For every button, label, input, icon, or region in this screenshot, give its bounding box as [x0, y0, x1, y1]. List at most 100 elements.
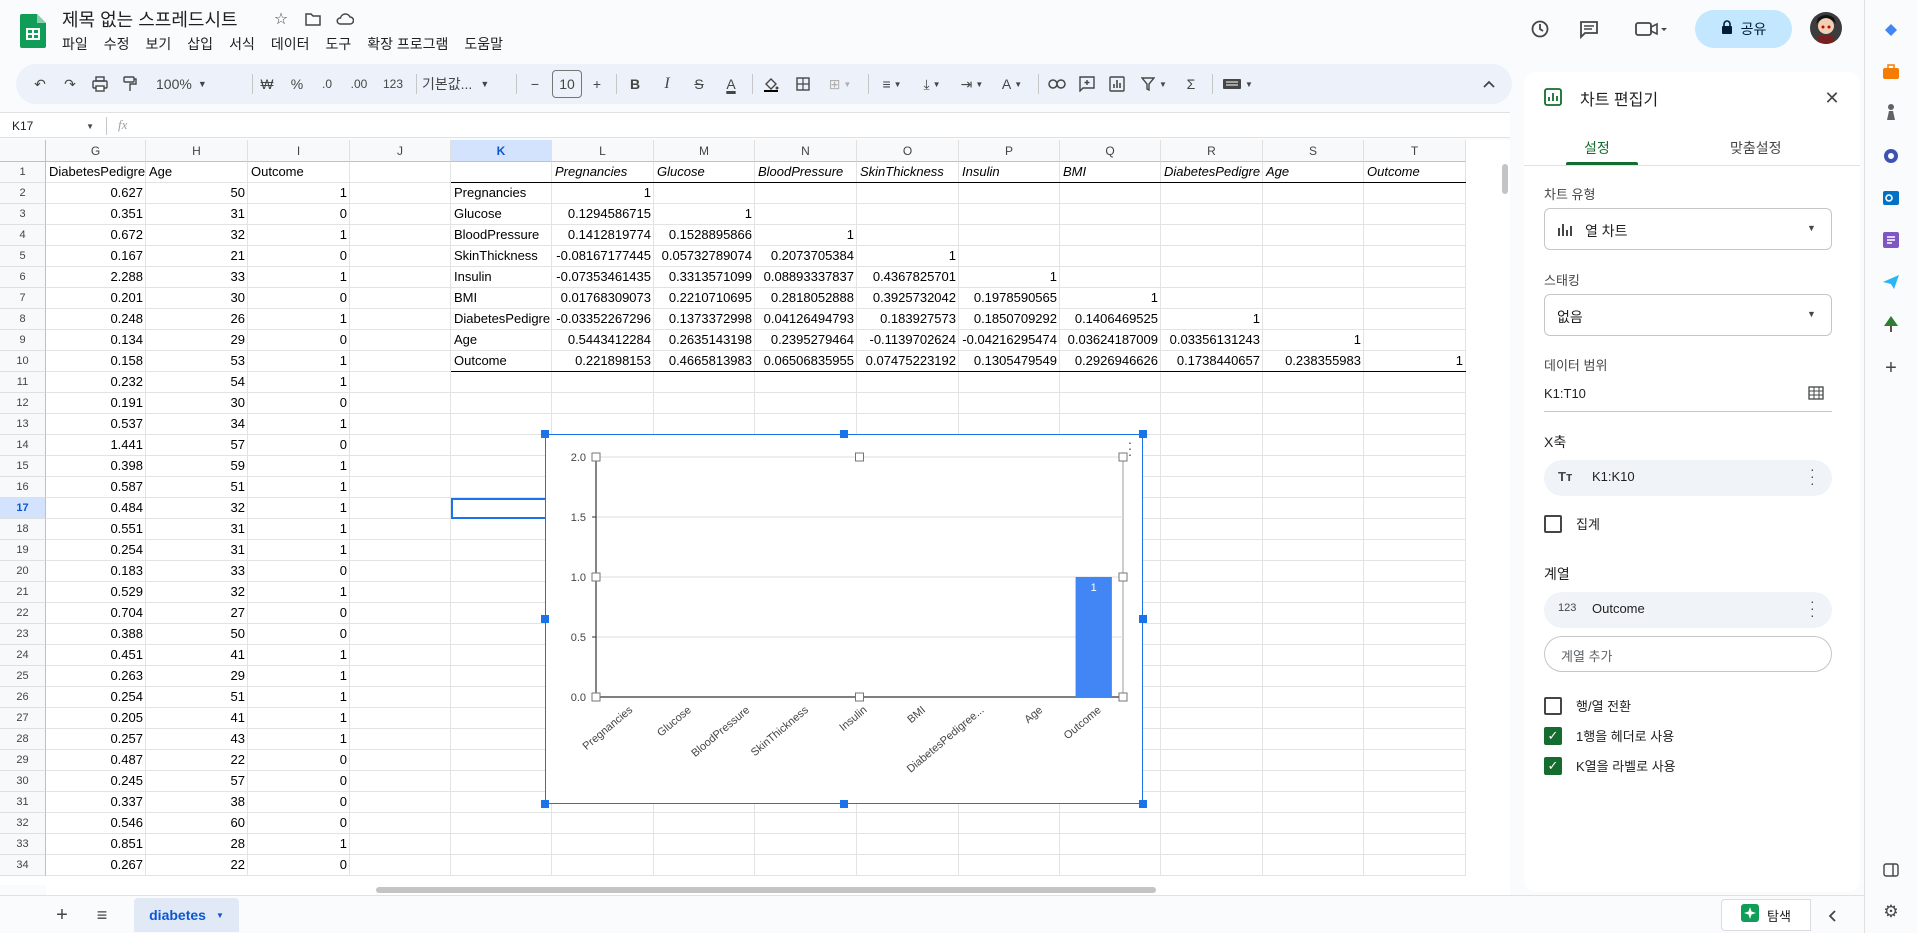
grid-cell[interactable] [1364, 204, 1466, 225]
row-header[interactable]: 10 [0, 351, 46, 372]
correlation-value-cell[interactable]: 1 [1060, 288, 1161, 309]
chart-handle[interactable] [541, 615, 549, 623]
data-cell[interactable]: 59 [146, 456, 248, 477]
text-color-button[interactable]: A [718, 64, 744, 104]
tab-customize[interactable]: 맞춤설정 [1730, 138, 1782, 158]
grid-cell[interactable] [1161, 645, 1263, 666]
correlation-value-cell[interactable]: 0.1373372998 [654, 309, 755, 330]
grid-cell[interactable] [857, 225, 959, 246]
grid-cell[interactable] [857, 813, 959, 834]
grid-cell[interactable] [1161, 288, 1263, 309]
link-icon[interactable] [1044, 64, 1070, 104]
column-header[interactable]: K [451, 140, 552, 162]
fill-color-icon[interactable] [758, 64, 784, 104]
grid-cell[interactable] [755, 204, 857, 225]
correlation-value-cell[interactable]: -0.07353461435 [552, 267, 654, 288]
data-cell[interactable]: 0.537 [46, 414, 146, 435]
grid-cell[interactable] [350, 309, 451, 330]
grid-cell[interactable] [1364, 435, 1466, 456]
grid-cell[interactable] [1161, 855, 1263, 876]
grid-cell[interactable] [857, 414, 959, 435]
avatar[interactable] [1810, 12, 1842, 44]
grid-cell[interactable] [451, 792, 552, 813]
bold-button[interactable]: B [622, 64, 648, 104]
data-cell[interactable]: 0 [248, 855, 350, 876]
grid-cell[interactable] [1364, 666, 1466, 687]
data-cell[interactable]: 0.158 [46, 351, 146, 372]
correlation-value-cell[interactable]: 0.1978590565 [959, 288, 1060, 309]
add-sheet-icon[interactable]: + [50, 903, 74, 927]
grid-cell[interactable] [350, 561, 451, 582]
row-header[interactable]: 20 [0, 561, 46, 582]
grid-cell[interactable] [1161, 813, 1263, 834]
align-horizontal-icon[interactable]: ≡ ▼ [874, 64, 910, 104]
use-row-header-checkbox[interactable]: ✓ 1행을 헤더로 사용 [1544, 726, 1674, 745]
series-chip[interactable]: 123 Outcome · · · [1544, 592, 1832, 628]
data-cell[interactable]: 1 [248, 498, 350, 519]
grid-cell[interactable] [451, 624, 552, 645]
grid-cell[interactable] [1263, 267, 1364, 288]
chart-handle[interactable] [541, 430, 549, 438]
grid-cell[interactable] [1263, 708, 1364, 729]
grid-cell[interactable] [857, 855, 959, 876]
column-header[interactable]: L [552, 140, 654, 162]
data-cell[interactable]: 0.254 [46, 540, 146, 561]
row-header[interactable]: 31 [0, 792, 46, 813]
column-header[interactable]: P [959, 140, 1060, 162]
grid-cell[interactable] [1161, 183, 1263, 204]
grid-cell[interactable] [857, 183, 959, 204]
grid-cell[interactable] [451, 771, 552, 792]
grid-cell[interactable] [1161, 561, 1263, 582]
data-cell[interactable]: 31 [146, 519, 248, 540]
data-cell[interactable]: 51 [146, 687, 248, 708]
decrease-decimal-button[interactable]: .0 [314, 64, 340, 104]
chart-handle[interactable] [1139, 615, 1147, 623]
selected-cell[interactable] [451, 498, 552, 519]
grid-cell[interactable] [959, 834, 1060, 855]
column-header[interactable]: N [755, 140, 857, 162]
grid-cell[interactable] [350, 330, 451, 351]
data-cell[interactable]: 30 [146, 393, 248, 414]
chart-handle[interactable] [840, 800, 848, 808]
row-header[interactable]: 30 [0, 771, 46, 792]
undo-icon[interactable]: ↶ [26, 64, 54, 104]
grid-cell[interactable] [755, 183, 857, 204]
row-header[interactable]: 6 [0, 267, 46, 288]
grid-cell[interactable] [1263, 582, 1364, 603]
row-header[interactable]: 26 [0, 687, 46, 708]
grid-cell[interactable] [1263, 750, 1364, 771]
grid-cell[interactable] [451, 540, 552, 561]
grid-cell[interactable] [451, 372, 552, 393]
history-icon[interactable] [1527, 16, 1553, 42]
grid-cell[interactable] [1263, 246, 1364, 267]
data-cell[interactable]: 31 [146, 540, 248, 561]
grid-cell[interactable] [350, 624, 451, 645]
correlation-row-label[interactable]: Glucose [451, 204, 552, 225]
grid-cell[interactable] [1263, 624, 1364, 645]
correlation-value-cell[interactable]: 0.3925732042 [857, 288, 959, 309]
column-header[interactable]: I [248, 140, 350, 162]
correlation-value-cell[interactable]: 0.05732789074 [654, 246, 755, 267]
row-header[interactable]: 9 [0, 330, 46, 351]
correlation-value-cell[interactable]: 0.04126494793 [755, 309, 857, 330]
grid-cell[interactable] [1263, 834, 1364, 855]
data-cell[interactable]: 0.451 [46, 645, 146, 666]
data-cell[interactable]: 0.529 [46, 582, 146, 603]
correlation-value-cell[interactable]: 0.5443412284 [552, 330, 654, 351]
data-cell[interactable]: 1 [248, 183, 350, 204]
data-cell[interactable]: 22 [146, 750, 248, 771]
column-header[interactable]: Q [1060, 140, 1161, 162]
data-cell[interactable]: 1 [248, 372, 350, 393]
grid-cell[interactable] [552, 393, 654, 414]
data-cell[interactable]: 1 [248, 708, 350, 729]
grid-cell[interactable] [1364, 771, 1466, 792]
correlation-value-cell[interactable]: 0.183927573 [857, 309, 959, 330]
correlation-value-cell[interactable]: 0.2395279464 [755, 330, 857, 351]
cloud-status-icon[interactable] [334, 8, 356, 30]
correlation-corner-cell[interactable] [451, 162, 552, 183]
increase-decimal-button[interactable]: .00 [344, 64, 374, 104]
column-header[interactable]: R [1161, 140, 1263, 162]
correlation-header-cell[interactable]: SkinThickness [857, 162, 959, 183]
grid-cell[interactable] [1161, 204, 1263, 225]
font-select[interactable]: 기본값... ▼ [422, 64, 510, 104]
